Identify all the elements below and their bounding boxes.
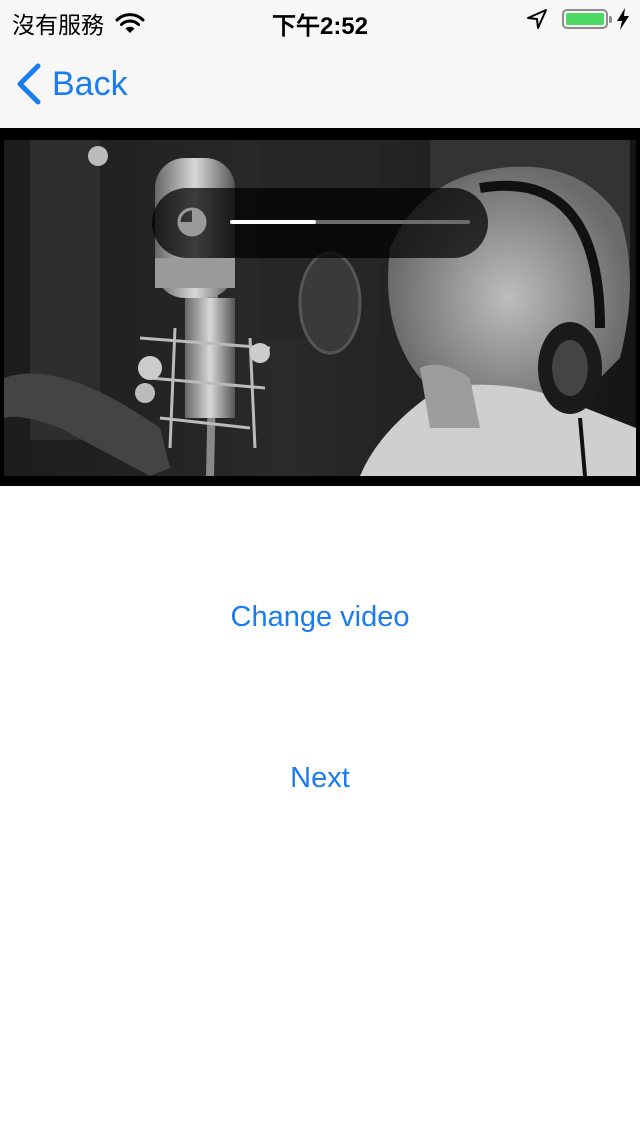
status-right [526, 8, 630, 30]
back-button[interactable]: Back [14, 62, 128, 106]
progress-track [230, 220, 470, 224]
charging-bolt-icon [617, 8, 629, 30]
next-button[interactable]: Next [0, 762, 640, 795]
loading-spinner-icon [177, 207, 207, 237]
battery-nub [609, 16, 612, 23]
screen: 沒有服務 下午2:52 Back Change video Next [0, 0, 640, 1136]
location-arrow-icon [527, 9, 547, 29]
navigation-bar: Back [0, 40, 640, 128]
battery-fill [566, 13, 604, 25]
progress-fill [230, 220, 317, 224]
loading-progress-hud [152, 188, 488, 258]
status-bar: 沒有服務 下午2:52 [0, 0, 640, 40]
back-label: Back [52, 64, 128, 103]
video-player[interactable] [0, 128, 640, 486]
video-frame-image [0, 140, 640, 486]
battery-icon [562, 9, 612, 29]
chevron-left-icon [17, 63, 41, 105]
change-video-button[interactable]: Change video [0, 601, 640, 634]
